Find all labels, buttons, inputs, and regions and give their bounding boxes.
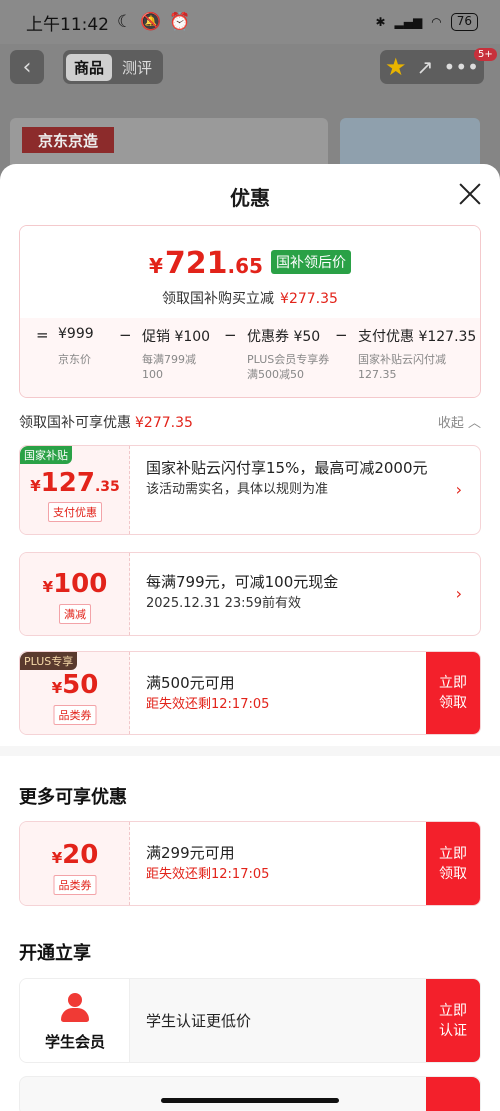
sheet-title: 优惠 xyxy=(230,186,270,210)
breakdown-note: 国家补贴云闪付减127.35 xyxy=(358,353,446,381)
coupon-plus-category: PLUS专享 ¥50 品类券 满500元可用 距失效还剩12:17:05 立即领… xyxy=(19,651,481,735)
section-header: 领取国补可享优惠 ¥277.35 收起 ︿ xyxy=(19,412,481,432)
price-tag: 国补领后价 xyxy=(270,250,351,274)
top-actions: ★ ↗ ••• xyxy=(380,50,484,84)
brand-tag: 京东京造 xyxy=(22,127,114,153)
claim-button[interactable]: 立即领取 xyxy=(426,652,480,734)
page-tabs: 商品 测评 xyxy=(63,50,164,84)
price-decimal: .65 xyxy=(227,254,263,278)
equals-sign: = xyxy=(36,326,49,344)
coupon-full-reduction[interactable]: ¥100 满减 每满799元，可减100元现金 2025.12.31 23:59… xyxy=(19,552,481,636)
wifi-icon: ◠ xyxy=(431,15,442,29)
tab-review[interactable]: 测评 xyxy=(114,54,160,81)
coupon-description: 满299元可用 距失效还剩12:17:05 xyxy=(146,844,270,882)
share-icon[interactable]: ↗ xyxy=(417,55,434,79)
more-offers-title: 更多可享优惠 xyxy=(19,787,127,808)
battery-icon: 76 xyxy=(450,13,478,31)
coupon-amount: ¥127.35 xyxy=(30,468,120,498)
claim-button[interactable]: 立即领取 xyxy=(426,822,480,905)
minus-sign: − xyxy=(224,326,237,344)
price-summary: ¥ 721 .65 国补领后价 领取国补购买立减 ¥277.35 = ¥999 京… xyxy=(19,225,481,398)
signal-icon: ▂▄▆ xyxy=(394,15,423,29)
coupon-description: 国家补贴云闪付享15%，最高可减2000元 该活动需实名，具体以规则为准 xyxy=(146,459,428,497)
moon-icon: ☾ xyxy=(117,12,133,32)
person-icon xyxy=(61,993,89,1023)
back-button[interactable]: ‹ xyxy=(10,50,44,84)
bluetooth-icon: ✱ xyxy=(375,15,386,29)
home-indicator[interactable] xyxy=(161,1098,339,1103)
coupon-national-subsidy[interactable]: 国家补贴 ¥127.35 支付优惠 国家补贴云闪付享15%，最高可减2000元 … xyxy=(19,445,481,535)
alarm-icon: ⏰ xyxy=(169,12,191,32)
coupon-type-tag: 品类券 xyxy=(53,875,97,895)
bell-off-icon: 🔕 xyxy=(140,12,162,32)
coupon-amount: ¥20 xyxy=(51,840,99,870)
breakdown-note: 京东价 xyxy=(58,353,91,366)
price-integer: 721 xyxy=(164,246,228,281)
coupon-amount: ¥50 xyxy=(51,670,99,700)
breakdown-item: 支付优惠 ¥127.35 xyxy=(358,329,477,345)
member-description: 学生认证更低价 xyxy=(146,1012,252,1030)
close-icon[interactable] xyxy=(456,180,484,208)
coupon-description: 满500元可用 距失效还剩12:17:05 xyxy=(146,674,270,712)
coupon-description: 每满799元，可减100元现金 2025.12.31 23:59前有效 xyxy=(146,573,339,611)
coupon-type-tag: 满减 xyxy=(59,604,91,624)
final-price: ¥ 721 .65 国补领后价 xyxy=(20,246,480,281)
notification-badge: 5+ xyxy=(474,48,497,61)
favorite-star-icon[interactable]: ★ xyxy=(385,53,407,81)
savings-line: 领取国补购买立减 ¥277.35 xyxy=(162,291,338,307)
minus-sign: − xyxy=(119,326,132,344)
chevron-right-icon: › xyxy=(455,584,462,603)
student-member-card: 学生会员 学生认证更低价 立即认证 xyxy=(19,978,481,1063)
tab-product[interactable]: 商品 xyxy=(66,53,113,81)
discount-sheet: 优惠 ¥ 721 .65 国补领后价 领取国补购买立减 ¥277.35 = ¥99… xyxy=(0,164,500,1111)
chevron-right-icon: › xyxy=(455,480,462,499)
more-icon[interactable]: ••• xyxy=(444,55,479,79)
coupon-badge: PLUS专享 xyxy=(20,652,78,670)
breakdown-note: PLUS会员专享券满500减50 xyxy=(247,353,330,381)
breakdown-item: 优惠券 ¥50 xyxy=(247,329,321,345)
next-card-peek xyxy=(19,1076,481,1111)
breakdown-note: 每满799减100 xyxy=(142,353,196,381)
breakdown-item: ¥999 xyxy=(58,326,94,342)
coupon-more-category: ¥20 品类券 满299元可用 距失效还剩12:17:05 立即领取 xyxy=(19,821,481,906)
open-enjoy-title: 开通立享 xyxy=(19,943,91,964)
chevron-up-icon: ︿ xyxy=(467,416,481,431)
member-label: 学生会员 xyxy=(44,1033,105,1051)
coupon-badge: 国家补贴 xyxy=(20,446,72,464)
breakdown-item: 促销 ¥100 xyxy=(142,329,211,345)
collapse-toggle[interactable]: 收起 ︿ xyxy=(438,412,481,431)
coupon-type-tag: 支付优惠 xyxy=(48,502,102,522)
status-bar: 上午11:42 ☾ 🔕 ⏰ ✱ ▂▄▆ ◠ 76 xyxy=(0,0,500,44)
verify-button[interactable]: 立即认证 xyxy=(426,979,480,1062)
status-time: 上午11:42 xyxy=(26,14,109,35)
coupon-amount: ¥100 xyxy=(42,569,108,599)
minus-sign: − xyxy=(335,326,348,344)
coupon-type-tag: 品类券 xyxy=(53,705,97,725)
section-divider xyxy=(0,746,500,756)
